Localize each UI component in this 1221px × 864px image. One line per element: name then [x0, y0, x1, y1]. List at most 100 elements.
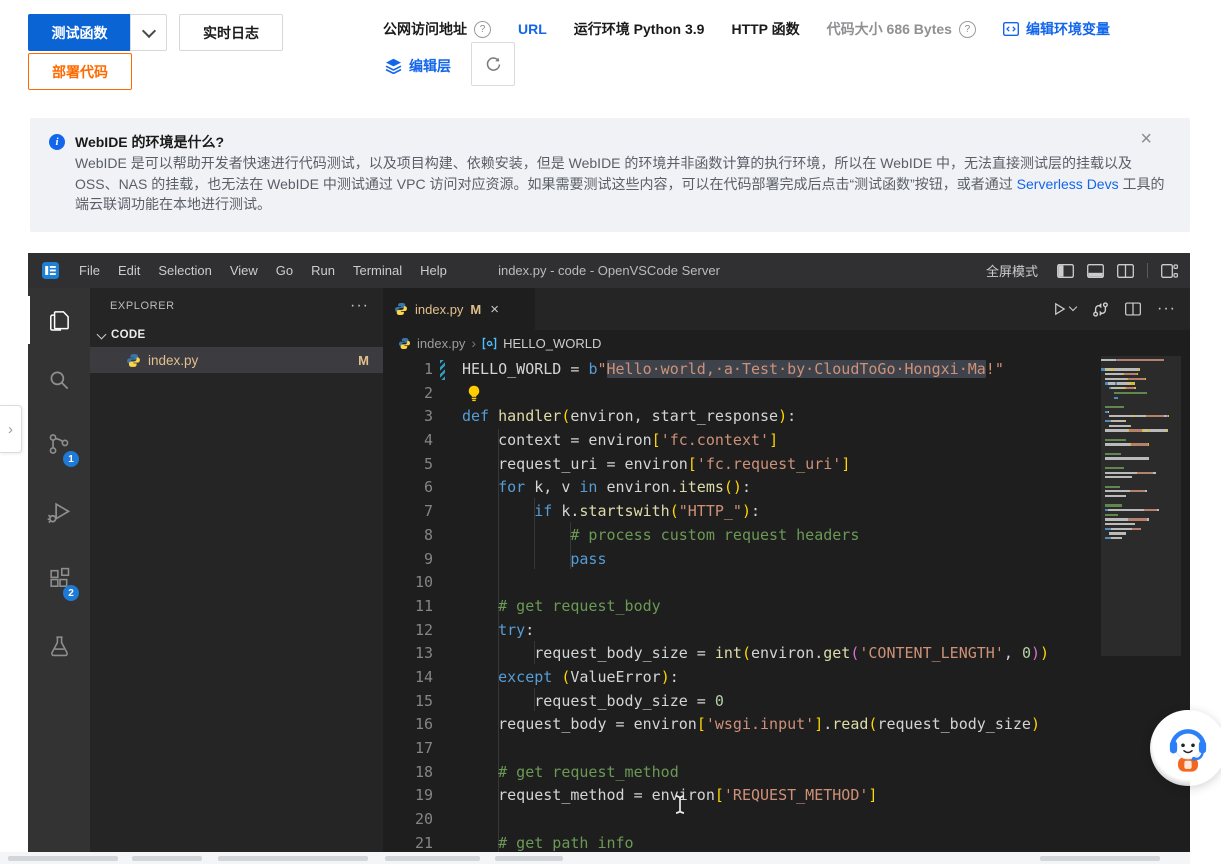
tab-modified-badge: M: [470, 302, 481, 317]
breadcrumb-symbol[interactable]: HELLO_WORLD: [503, 336, 601, 351]
menu-file[interactable]: File: [70, 263, 109, 278]
realtime-logs-button[interactable]: 实时日志: [179, 14, 283, 51]
code-lines: HELLO_WORLD = b"Hello·world,·a·Test·by·C…: [462, 358, 1100, 852]
beaker-icon: [47, 634, 72, 659]
source-control-activity-button[interactable]: 1: [28, 420, 90, 468]
runtime-label: 运行环境 Python 3.9: [574, 19, 705, 39]
git-modified-badge: M: [358, 353, 369, 368]
extensions-activity-button[interactable]: 2: [28, 554, 90, 602]
test-function-dropdown-button[interactable]: [130, 14, 167, 51]
customer-service-chatbot-button[interactable]: [1150, 710, 1221, 786]
toggle-panel-icon[interactable]: [1087, 264, 1104, 278]
toggle-sidebar-icon[interactable]: [1057, 264, 1074, 278]
python-file-icon: [394, 302, 408, 316]
editor-group: index.py M ×: [383, 288, 1190, 852]
customize-layout-icon[interactable]: [1161, 264, 1178, 278]
occluded-text-fragment: [8, 856, 118, 861]
vscode-window: File Edit Selection View Go Run Terminal…: [28, 253, 1190, 852]
menu-run[interactable]: Run: [302, 263, 344, 278]
occluded-text-fragment: [132, 856, 202, 861]
search-activity-button[interactable]: [28, 356, 90, 404]
page: 测试函数 实时日志 部署代码 公网访问地址 ? URL 运行环境 Python …: [0, 0, 1221, 864]
test-function-button[interactable]: 测试函数: [28, 14, 131, 51]
menu-edit[interactable]: Edit: [109, 263, 149, 278]
breadcrumb-separator-icon: ›: [471, 335, 476, 351]
files-icon: [47, 307, 73, 333]
tab-indexpy[interactable]: index.py M ×: [383, 288, 535, 330]
info-icon: i: [49, 134, 65, 150]
source-control-badge: 1: [63, 451, 79, 467]
split-editor-layout-icon[interactable]: [1117, 264, 1134, 278]
serverless-devs-link[interactable]: Serverless Devs: [1017, 176, 1119, 192]
occluded-text-fragment: [385, 856, 480, 861]
help-icon[interactable]: ?: [474, 21, 491, 38]
occluded-text-fragment: [495, 856, 563, 861]
ide-titlebar: File Edit Selection View Go Run Terminal…: [28, 253, 1190, 288]
menu-terminal[interactable]: Terminal: [344, 263, 411, 278]
git-modified-gutter-marker: [440, 360, 445, 380]
run-debug-activity-button[interactable]: [28, 488, 90, 536]
help-icon[interactable]: ?: [959, 21, 976, 38]
text-cursor-pointer: [673, 794, 687, 820]
python-file-icon: [398, 337, 411, 350]
occluded-text-fragment: [218, 856, 368, 861]
public-url-label: 公网访问地址: [383, 19, 467, 39]
openvscode-logo-icon: [41, 261, 60, 280]
tab-label: index.py: [415, 302, 463, 317]
explorer-sidebar: EXPLORER ··· CODE index.py M: [90, 288, 383, 852]
chevron-down-icon: [141, 23, 155, 37]
collapsed-panel-expander[interactable]: ›: [0, 405, 22, 453]
open-changes-icon[interactable]: [1092, 301, 1109, 318]
layers-icon: [385, 58, 402, 74]
extensions-badge: 2: [63, 585, 79, 601]
url-link[interactable]: URL: [518, 21, 547, 37]
http-function-label: HTTP 函数: [731, 19, 799, 39]
account-activity-button[interactable]: [28, 840, 90, 852]
file-item-indexpy[interactable]: index.py M: [90, 347, 383, 373]
line-number-gutter: 123456789101112131415161718192021: [383, 358, 433, 852]
run-python-file-button[interactable]: [1052, 301, 1076, 317]
edit-layer-row: 编辑层: [385, 56, 451, 76]
file-name: index.py: [148, 353, 198, 368]
titlebar-separator: [1147, 263, 1148, 278]
banner-body: WebIDE 是可以帮助开发者快速进行代码测试，以及项目构建、依赖安装，但是 W…: [75, 153, 1177, 215]
explorer-activity-button[interactable]: [28, 296, 90, 344]
search-icon: [46, 367, 72, 393]
edit-layer-link[interactable]: 编辑层: [409, 56, 451, 76]
banner-close-icon[interactable]: ×: [1140, 128, 1152, 151]
webide-info-banner: i WebIDE 的环境是什么? WebIDE 是可以帮助开发者快速进行代码测试…: [30, 118, 1190, 232]
occluded-text-fragment: [1040, 856, 1160, 861]
testing-activity-button[interactable]: [28, 622, 90, 670]
explorer-header: EXPLORER: [110, 300, 175, 312]
deploy-code-button[interactable]: 部署代码: [28, 53, 132, 90]
refresh-button[interactable]: [471, 42, 515, 86]
menu-help[interactable]: Help: [411, 263, 456, 278]
tab-bar: index.py M ×: [383, 288, 1190, 330]
symbol-variable-icon: [482, 337, 497, 350]
run-debug-icon: [46, 499, 73, 526]
menu-view[interactable]: View: [221, 263, 267, 278]
chatbot-robot-icon: [1159, 719, 1217, 777]
breadcrumb-file[interactable]: index.py: [417, 336, 465, 351]
split-editor-icon[interactable]: [1125, 302, 1141, 316]
explorer-section-code[interactable]: CODE: [90, 323, 383, 347]
menu-bar: File Edit Selection View Go Run Terminal…: [70, 263, 456, 278]
tab-close-icon[interactable]: ×: [490, 301, 499, 318]
chevron-down-icon: [97, 329, 107, 339]
code-size-label: 代码大小 686 Bytes: [827, 19, 952, 39]
activity-bar: 1 2: [28, 288, 90, 852]
breadcrumbs: index.py › HELLO_WORLD: [383, 330, 1190, 356]
refresh-icon: [485, 56, 502, 73]
editor-more-actions-icon[interactable]: ···: [1157, 300, 1176, 318]
banner-text: WebIDE 是可以帮助开发者快速进行代码测试，以及项目构建、依赖安装，但是 W…: [75, 155, 1132, 192]
code-editor[interactable]: 123456789101112131415161718192021 HELLO_…: [383, 356, 1190, 852]
function-info-bar: 公网访问地址 ? URL 运行环境 Python 3.9 HTTP 函数 代码大…: [383, 19, 1110, 39]
fullscreen-toggle[interactable]: 全屏模式: [986, 261, 1038, 280]
edit-env-vars-link[interactable]: 编辑环境变量: [1003, 19, 1110, 39]
explorer-more-actions-icon[interactable]: ···: [350, 297, 369, 315]
lightbulb-code-action-icon[interactable]: [467, 385, 481, 406]
menu-selection[interactable]: Selection: [149, 263, 220, 278]
menu-go[interactable]: Go: [267, 263, 302, 278]
env-window-icon: [1003, 22, 1019, 36]
section-label: CODE: [111, 329, 145, 341]
